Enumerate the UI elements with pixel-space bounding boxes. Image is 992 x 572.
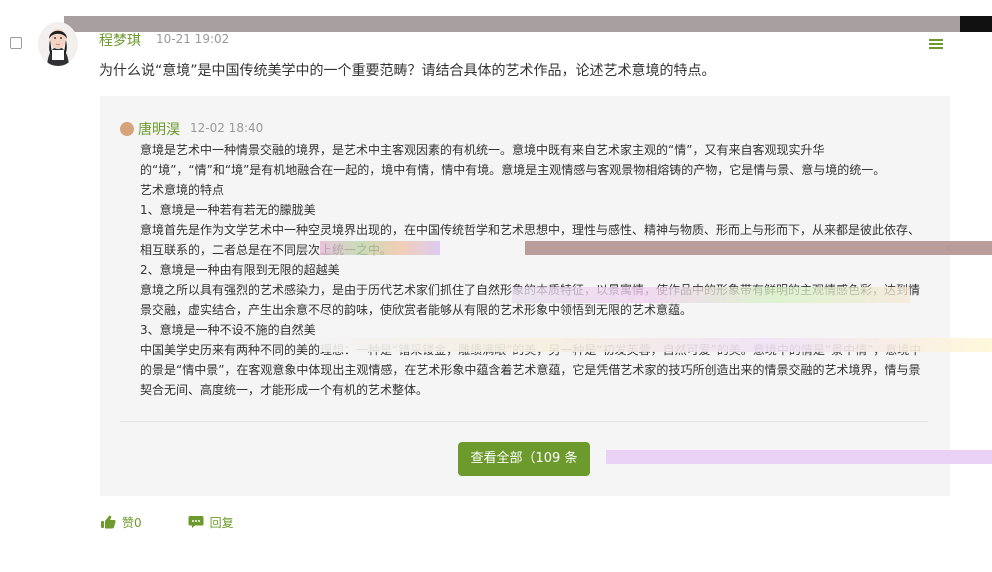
reply-paragraph: 2、意境是一种由有限到无限的超越美 (140, 263, 340, 277)
reply-paragraph: 意境首先是作为文学艺术中一种空灵境界出现的，在中国传统哲学和艺术思想中，理性与感… (140, 223, 921, 257)
reply-paragraph: 意境是艺术中一种情景交融的境界，是艺术中主客观因素的有机统一。意境中既有来自艺术… (140, 143, 886, 177)
thumbs-up-icon (101, 515, 116, 529)
select-checkbox[interactable] (10, 37, 22, 49)
comment-card: 程梦琪 10-21 19:02 为什么说“意境”是中国传统美学中的一个重要范畴？… (0, 0, 992, 572)
like-action[interactable]: 赞0 (100, 514, 142, 531)
view-all-button[interactable]: 查看全部（109 条 (458, 442, 590, 476)
reply-avatar (120, 122, 134, 136)
reply-label: 回复 (209, 515, 234, 530)
reply-author-name[interactable]: 唐明淏 (138, 119, 180, 139)
reply-action[interactable]: 回复 (188, 514, 234, 531)
comment-icon (188, 516, 204, 528)
reply-body: 意境是艺术中一种情景交融的境界，是艺术中主客观因素的有机统一。意境中既有来自艺术… (140, 140, 925, 400)
author-name[interactable]: 程梦琪 (99, 30, 141, 50)
avatar-image (38, 22, 78, 66)
reply-paragraph: 中国美学史历来有两种不同的美的理想：一种是“错采镂金，雕缋满眼”的美，另一种是“… (140, 343, 922, 397)
menu-icon[interactable] (929, 39, 943, 49)
top-strip-dark (960, 16, 992, 32)
like-count: 赞0 (122, 515, 142, 530)
question-text: 为什么说“意境”是中国传统美学中的一个重要范畴？请结合具体的艺术作品，论述艺术意… (99, 63, 716, 79)
reply-paragraph: 意境之所以具有强烈的艺术感染力，是由于历代艺术家们抓住了自然形象的本质特征，以景… (140, 283, 921, 317)
avatar (38, 22, 78, 66)
reply-paragraph: 3、意境是一种不设不施的自然美 (140, 323, 316, 337)
top-strip (64, 16, 960, 32)
reply-paragraph: 艺术意境的特点 (140, 183, 225, 197)
divider (120, 421, 928, 422)
reply-time: 12-02 18:40 (190, 121, 264, 135)
action-bar: 赞0 回复 (100, 512, 234, 532)
post-time: 10-21 19:02 (156, 32, 230, 46)
reply-paragraph: 1、意境是一种若有若无的朦胧美 (140, 203, 316, 217)
